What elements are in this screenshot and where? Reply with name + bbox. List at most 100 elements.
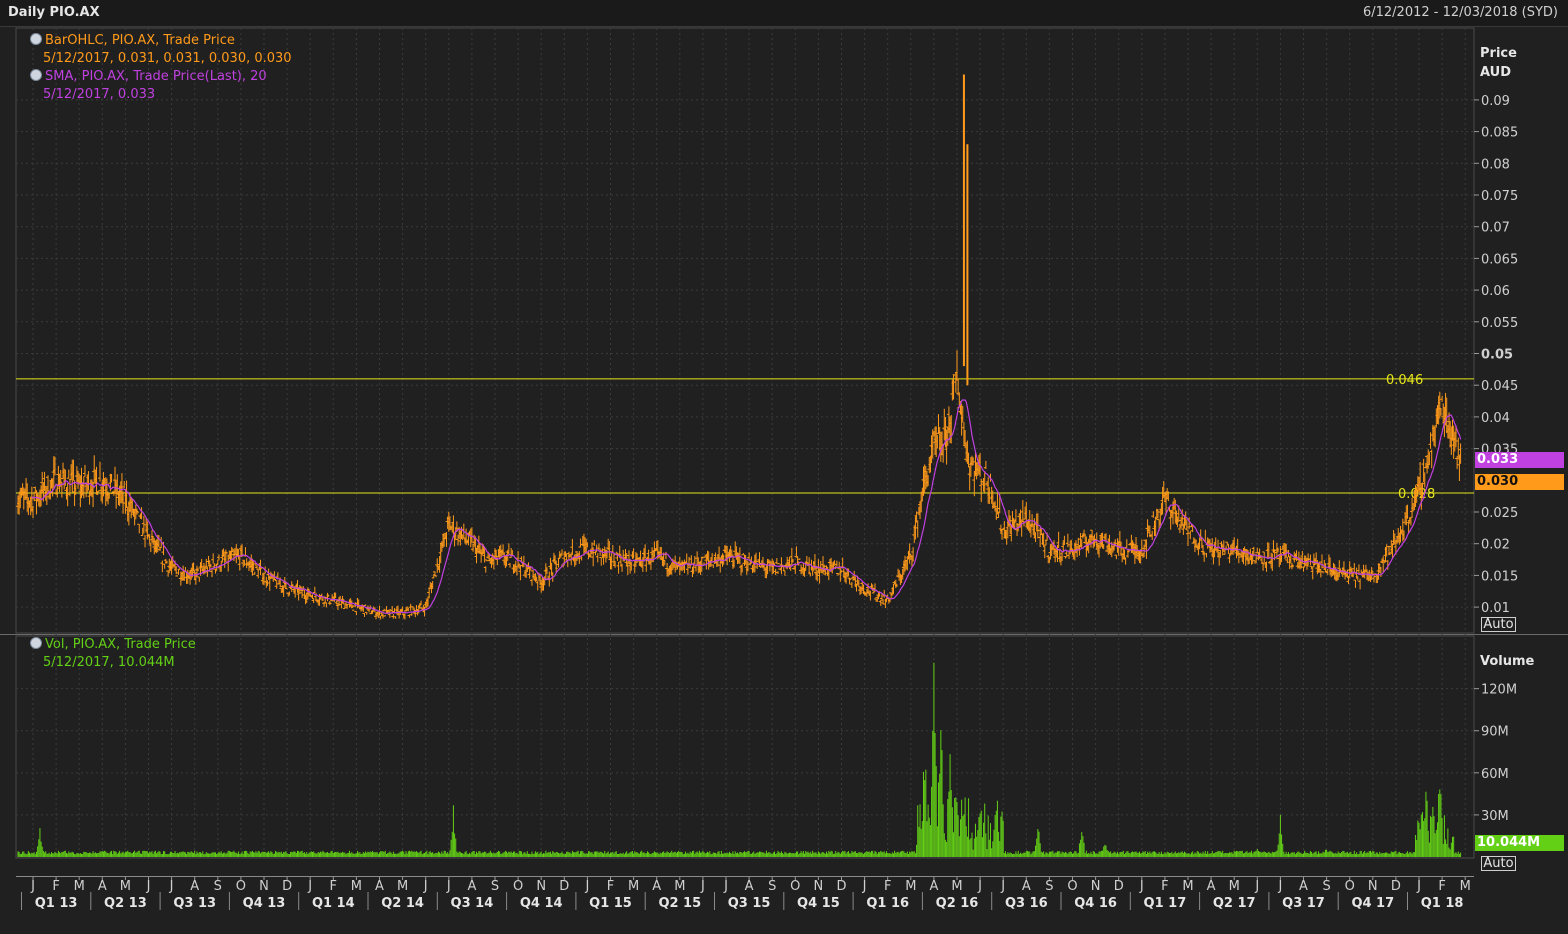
price-tick-label: 0.01 — [1481, 601, 1510, 616]
sma-legend-title: SMA, PIO.AX, Trade Price(Last), 20 — [45, 69, 267, 84]
month-label: J — [1254, 879, 1259, 894]
month-label: A — [1299, 879, 1308, 894]
quarter-label: Q2 14 — [381, 896, 424, 911]
sma-legend-values: 5/12/2017, 0.033 — [43, 87, 156, 102]
price-tick-label: 0.015 — [1481, 569, 1518, 584]
price-tick-label: 0.025 — [1481, 506, 1518, 521]
volume-auto-button[interactable]: Auto — [1481, 856, 1516, 871]
month-label: J — [423, 879, 428, 894]
reference-line-label: 0.046 — [1386, 373, 1423, 388]
volume-panel-frame — [15, 635, 1475, 859]
month-label: O — [513, 879, 523, 894]
month-label: S — [214, 879, 222, 894]
quarter-label: Q2 17 — [1213, 896, 1256, 911]
month-label: A — [375, 879, 384, 894]
month-label: J — [862, 879, 867, 894]
month-label: M — [628, 879, 639, 894]
month-label: O — [1345, 879, 1355, 894]
quarter-label: Q1 13 — [35, 896, 78, 911]
ohlc-legend[interactable]: BarOHLC, PIO.AX, Trade Price — [30, 32, 235, 50]
month-label: A — [929, 879, 938, 894]
volume-legend[interactable]: Vol, PIO.AX, Trade Price — [30, 636, 196, 654]
month-label: M — [74, 879, 85, 894]
price-tick-label: 0.07 — [1481, 221, 1510, 236]
ohlc-legend-title: BarOHLC, PIO.AX, Trade Price — [45, 33, 235, 48]
month-label: J — [977, 879, 982, 894]
price-panel-frame — [15, 27, 1475, 634]
quarter-label: Q1 18 — [1421, 896, 1464, 911]
legend-toggle-icon[interactable] — [30, 33, 42, 45]
month-label: D — [282, 879, 292, 894]
volume-tick-label: 90M — [1481, 725, 1509, 740]
month-label: A — [745, 879, 754, 894]
month-label: D — [836, 879, 846, 894]
month-label: M — [351, 879, 362, 894]
month-label: S — [491, 879, 499, 894]
price-axis-title: Price — [1480, 46, 1517, 61]
quarter-label: Q4 17 — [1351, 896, 1394, 911]
quarter-label: Q3 17 — [1282, 896, 1325, 911]
month-label: N — [1368, 879, 1378, 894]
month-label: S — [768, 879, 776, 894]
price-tick-label: 0.065 — [1481, 252, 1518, 267]
quarter-label: Q1 15 — [589, 896, 632, 911]
quarter-label: Q2 15 — [658, 896, 701, 911]
month-label: M — [1229, 879, 1240, 894]
month-label: A — [652, 879, 661, 894]
horizontal-lines: 0.0460.028 — [16, 373, 1474, 502]
quarter-label: Q2 16 — [936, 896, 979, 911]
month-label: M — [1182, 879, 1193, 894]
month-label: N — [1091, 879, 1101, 894]
sma-series-line — [31, 399, 1462, 615]
month-label: J — [30, 879, 35, 894]
price-auto-button[interactable]: Auto — [1481, 617, 1516, 632]
month-label: A — [190, 879, 199, 894]
month-label: J — [446, 879, 451, 894]
price-tick-label: 0.05 — [1481, 348, 1513, 363]
month-label: A — [98, 879, 107, 894]
month-label: S — [1045, 879, 1053, 894]
month-label: O — [1067, 879, 1077, 894]
quarter-label: Q2 13 — [104, 896, 147, 911]
month-label: N — [259, 879, 269, 894]
quarter-label: Q1 14 — [312, 896, 355, 911]
month-label: F — [1438, 879, 1445, 894]
month-label: M — [1460, 879, 1471, 894]
month-label: M — [120, 879, 131, 894]
volume-bars — [17, 662, 1462, 857]
price-tick-label: 0.09 — [1481, 94, 1510, 109]
volume-tick-label: 60M — [1481, 767, 1509, 782]
grid — [0, 27, 1568, 859]
volume-axis-title: Volume — [1480, 654, 1535, 669]
price-tick-label: 0.02 — [1481, 538, 1510, 553]
price-tick-label: 0.075 — [1481, 189, 1518, 204]
quarter-label: Q3 13 — [173, 896, 216, 911]
volume-tick-label: 30M — [1481, 809, 1509, 824]
ohlc-legend-values: 5/12/2017, 0.031, 0.031, 0.030, 0.030 — [43, 51, 292, 66]
legend-toggle-icon[interactable] — [30, 637, 42, 649]
month-label: J — [584, 879, 589, 894]
month-label: A — [1207, 879, 1216, 894]
month-label: D — [559, 879, 569, 894]
quarter-label: Q3 15 — [728, 896, 771, 911]
price-last-tag: 0.030 — [1475, 474, 1564, 490]
month-label: S — [1322, 879, 1330, 894]
legend-toggle-icon[interactable] — [30, 69, 42, 81]
price-tick-label: 0.06 — [1481, 284, 1510, 299]
price-tick-label: 0.08 — [1481, 157, 1510, 172]
month-label: J — [700, 879, 705, 894]
month-label: J — [723, 879, 728, 894]
quarter-label: Q3 14 — [451, 896, 494, 911]
month-label: O — [790, 879, 800, 894]
price-bars — [15, 74, 1462, 620]
sma-line — [31, 399, 1462, 615]
price-tick-label: 0.085 — [1481, 126, 1518, 141]
quarter-label: Q4 15 — [797, 896, 840, 911]
sma-legend[interactable]: SMA, PIO.AX, Trade Price(Last), 20 — [30, 68, 267, 86]
month-label: D — [1114, 879, 1124, 894]
quarter-label: Q4 14 — [520, 896, 563, 911]
month-label: M — [905, 879, 916, 894]
month-label: N — [814, 879, 824, 894]
month-label: M — [397, 879, 408, 894]
month-label: D — [1391, 879, 1401, 894]
